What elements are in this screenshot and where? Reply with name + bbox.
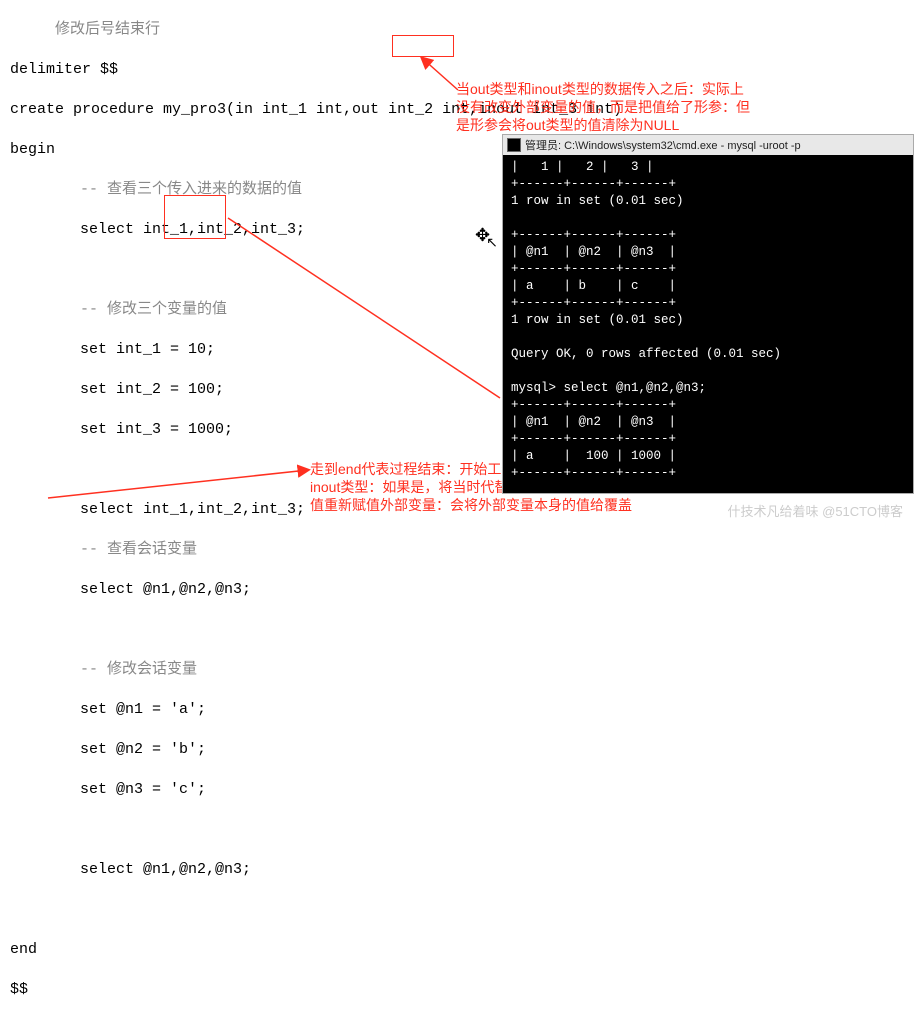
code-line: $$ [10, 980, 622, 1000]
terminal-title: 管理员: C:\Windows\system32\cmd.exe - mysql… [525, 137, 801, 153]
cmd-icon [507, 138, 521, 152]
code-comment: -- 查看会话变量 [10, 540, 622, 560]
highlight-box [392, 35, 454, 57]
code-line: delimiter $$ [10, 60, 622, 80]
watermark: 什技术凡给着味 @51CTO博客 [728, 501, 903, 520]
highlight-box [164, 195, 226, 239]
code-line: set @n3 = 'c'; [10, 780, 622, 800]
move-cursor-icon: ✥↖ [475, 225, 502, 247]
terminal-title-bar: 管理员: C:\Windows\system32\cmd.exe - mysql… [503, 135, 913, 155]
terminal-output: | 1 | 2 | 3 | +------+------+------+ 1 r… [503, 155, 913, 486]
code-line: 修改后号结束行 [10, 20, 622, 40]
annotation-text: 当out类型和inout类型的数据传入之后：实际上 没有改变外部变量的值，而是把… [456, 80, 750, 134]
code-line: select @n1,@n2,@n3; [10, 860, 622, 880]
code-line: end [10, 940, 622, 960]
code-line: set @n1 = 'a'; [10, 700, 622, 720]
code-line: select @n1,@n2,@n3; [10, 580, 622, 600]
terminal-window: 管理员: C:\Windows\system32\cmd.exe - mysql… [502, 134, 914, 494]
code-line: set @n2 = 'b'; [10, 740, 622, 760]
code-comment: -- 修改会话变量 [10, 660, 622, 680]
